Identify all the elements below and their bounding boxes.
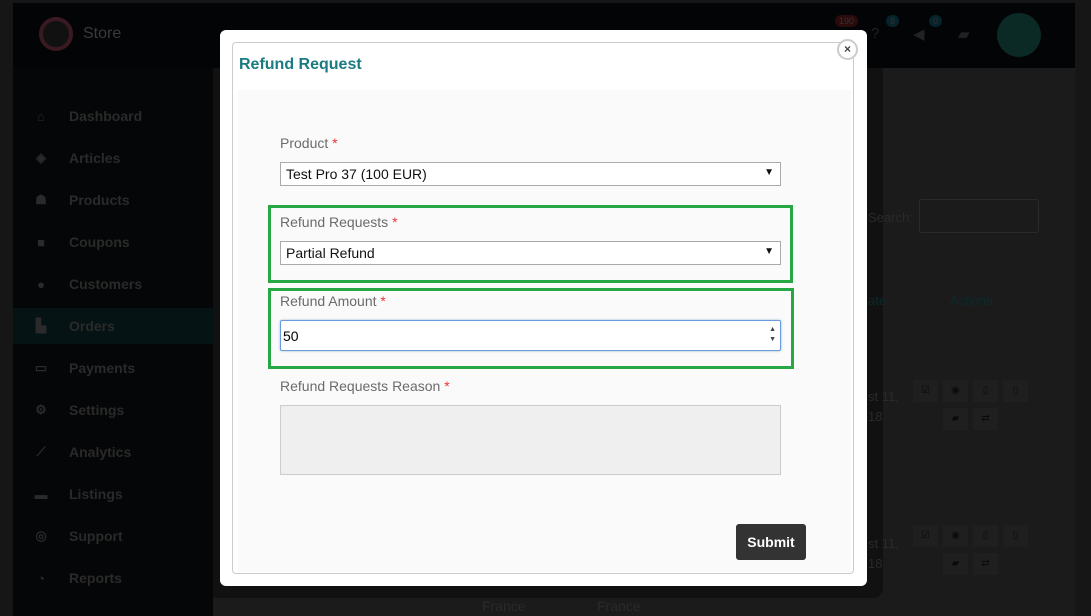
sidebar-item-orders[interactable]: ▙ Orders xyxy=(13,308,213,344)
label-text: Refund Amount xyxy=(280,293,377,309)
row-year: 18 xyxy=(868,556,883,571)
user-circle-icon: ● xyxy=(37,276,45,292)
gears-icon: ⚙ xyxy=(35,402,47,417)
avatar[interactable] xyxy=(997,13,1041,57)
life-ring-icon: ◎ xyxy=(35,528,47,543)
cubes-icon: ☗ xyxy=(35,192,47,207)
view-icon[interactable]: ◉ xyxy=(943,525,968,547)
required-marker: * xyxy=(444,378,450,394)
dropdown-arrow-icon: ▼ xyxy=(764,246,774,257)
sidebar-item-label: Coupons xyxy=(69,234,130,250)
cube-icon: ◈ xyxy=(36,150,46,165)
sidebar-item-label: Products xyxy=(69,192,130,208)
refund-type-label: Refund Requests * xyxy=(280,214,398,230)
document-icon[interactable]: ▯ xyxy=(1003,380,1028,402)
row-date: st 11, xyxy=(868,389,899,404)
sidebar-item-label: Settings xyxy=(69,402,125,418)
sidebar-item-payments[interactable]: ▭ Payments xyxy=(13,350,213,386)
input-value: 50 xyxy=(283,328,299,344)
chart-line-icon: ⟋ xyxy=(36,444,46,459)
label-text: Refund Requests xyxy=(280,214,389,230)
truck-icon[interactable]: ▰ xyxy=(943,553,968,575)
sidebar-item-coupons[interactable]: ■ Coupons xyxy=(13,224,213,260)
sidebar-item-dashboard[interactable]: ⌂ Dashboard xyxy=(13,98,213,134)
sidebar-item-products[interactable]: ☗ Products xyxy=(13,182,213,218)
row-date: st 11, xyxy=(868,536,899,551)
sidebar-item-analytics[interactable]: ⟋ Analytics xyxy=(13,434,213,470)
help-icon[interactable]: ? xyxy=(871,25,879,42)
column-header-actions: Actions xyxy=(950,293,993,308)
approve-icon[interactable]: ☑ xyxy=(913,380,938,402)
required-marker: * xyxy=(380,293,386,309)
announcements-badge: 0 xyxy=(929,15,943,27)
pie-chart-icon: ◔ xyxy=(37,570,45,586)
product-select[interactable]: Test Pro 37 (100 EUR) ▼ xyxy=(280,162,781,186)
country-cell: France xyxy=(597,598,641,614)
sidebar-item-articles[interactable]: ◈ Articles xyxy=(13,140,213,176)
refund-reason-label: Refund Requests Reason * xyxy=(280,378,450,394)
view-icon[interactable]: ◉ xyxy=(943,380,968,402)
alerts-badge: 190 xyxy=(835,15,859,27)
book-icon[interactable]: ▰ xyxy=(958,25,970,43)
gift-icon: ■ xyxy=(37,234,45,250)
approve-icon[interactable]: ☑ xyxy=(913,525,938,547)
sidebar-item-label: Analytics xyxy=(69,444,132,460)
required-marker: * xyxy=(332,135,338,151)
sidebar-item-customers[interactable]: ● Customers xyxy=(13,266,213,302)
label-text: Refund Requests Reason xyxy=(280,378,441,394)
retweet-icon[interactable]: ⇄ xyxy=(973,408,998,430)
sidebar-item-listings[interactable]: ▬ Listings xyxy=(13,476,213,512)
label-text: Product xyxy=(280,135,329,151)
megaphone-icon[interactable]: ◀ xyxy=(913,25,925,43)
refund-amount-input[interactable]: 50 ▲ ▼ xyxy=(280,320,781,351)
sidebar-item-label: Customers xyxy=(69,276,143,292)
sidebar-item-label: Articles xyxy=(69,150,121,166)
modal-title: Refund Request xyxy=(239,56,362,73)
cart-icon: ▙ xyxy=(36,318,46,333)
sidebar-item-label: Orders xyxy=(69,318,115,334)
close-button[interactable]: × xyxy=(837,39,858,60)
sidebar-item-support[interactable]: ◎ Support xyxy=(13,518,213,554)
selected-value: Test Pro 37 (100 EUR) xyxy=(286,166,427,182)
credit-card-icon: ▭ xyxy=(34,360,48,375)
brand-name: Store xyxy=(83,25,122,42)
refund-type-select[interactable]: Partial Refund ▼ xyxy=(280,241,781,265)
home-icon: ⌂ xyxy=(37,108,45,124)
search-input[interactable] xyxy=(919,199,1039,233)
sidebar-item-label: Reports xyxy=(69,570,122,586)
sidebar-item-label: Dashboard xyxy=(69,108,143,124)
truck-icon[interactable]: ▰ xyxy=(943,408,968,430)
document-icon[interactable]: ▯ xyxy=(1003,525,1028,547)
required-marker: * xyxy=(392,214,398,230)
help-badge: 8 xyxy=(886,15,900,27)
country-cell: France xyxy=(482,598,526,614)
sidebar-item-settings[interactable]: ⚙ Settings xyxy=(13,392,213,428)
selected-value: Partial Refund xyxy=(286,245,375,261)
sidebar-item-label: Support xyxy=(69,528,123,544)
pdf-icon[interactable]: ▯ xyxy=(973,525,998,547)
sidebar-item-label: Listings xyxy=(69,486,123,502)
refund-amount-label: Refund Amount * xyxy=(280,293,386,309)
row-year: 18 xyxy=(868,409,883,424)
briefcase-icon: ▬ xyxy=(34,486,48,502)
refund-reason-textarea[interactable] xyxy=(280,405,781,475)
search-label: Search: xyxy=(868,210,913,225)
dropdown-arrow-icon: ▼ xyxy=(764,167,774,178)
submit-button[interactable]: Submit xyxy=(736,524,806,560)
sidebar: ⌂ Dashboard ◈ Articles ☗ Products ■ Coupons … xyxy=(13,68,213,616)
sidebar-item-label: Payments xyxy=(69,360,136,376)
column-header-date: ate xyxy=(868,293,887,308)
number-stepper[interactable]: ▲ ▼ xyxy=(769,325,776,345)
power-logo-icon xyxy=(39,17,73,51)
pdf-icon[interactable]: ▯ xyxy=(973,380,998,402)
sidebar-item-reports[interactable]: ◔ Reports xyxy=(13,560,213,596)
product-label: Product * xyxy=(280,135,338,151)
retweet-icon[interactable]: ⇄ xyxy=(973,553,998,575)
